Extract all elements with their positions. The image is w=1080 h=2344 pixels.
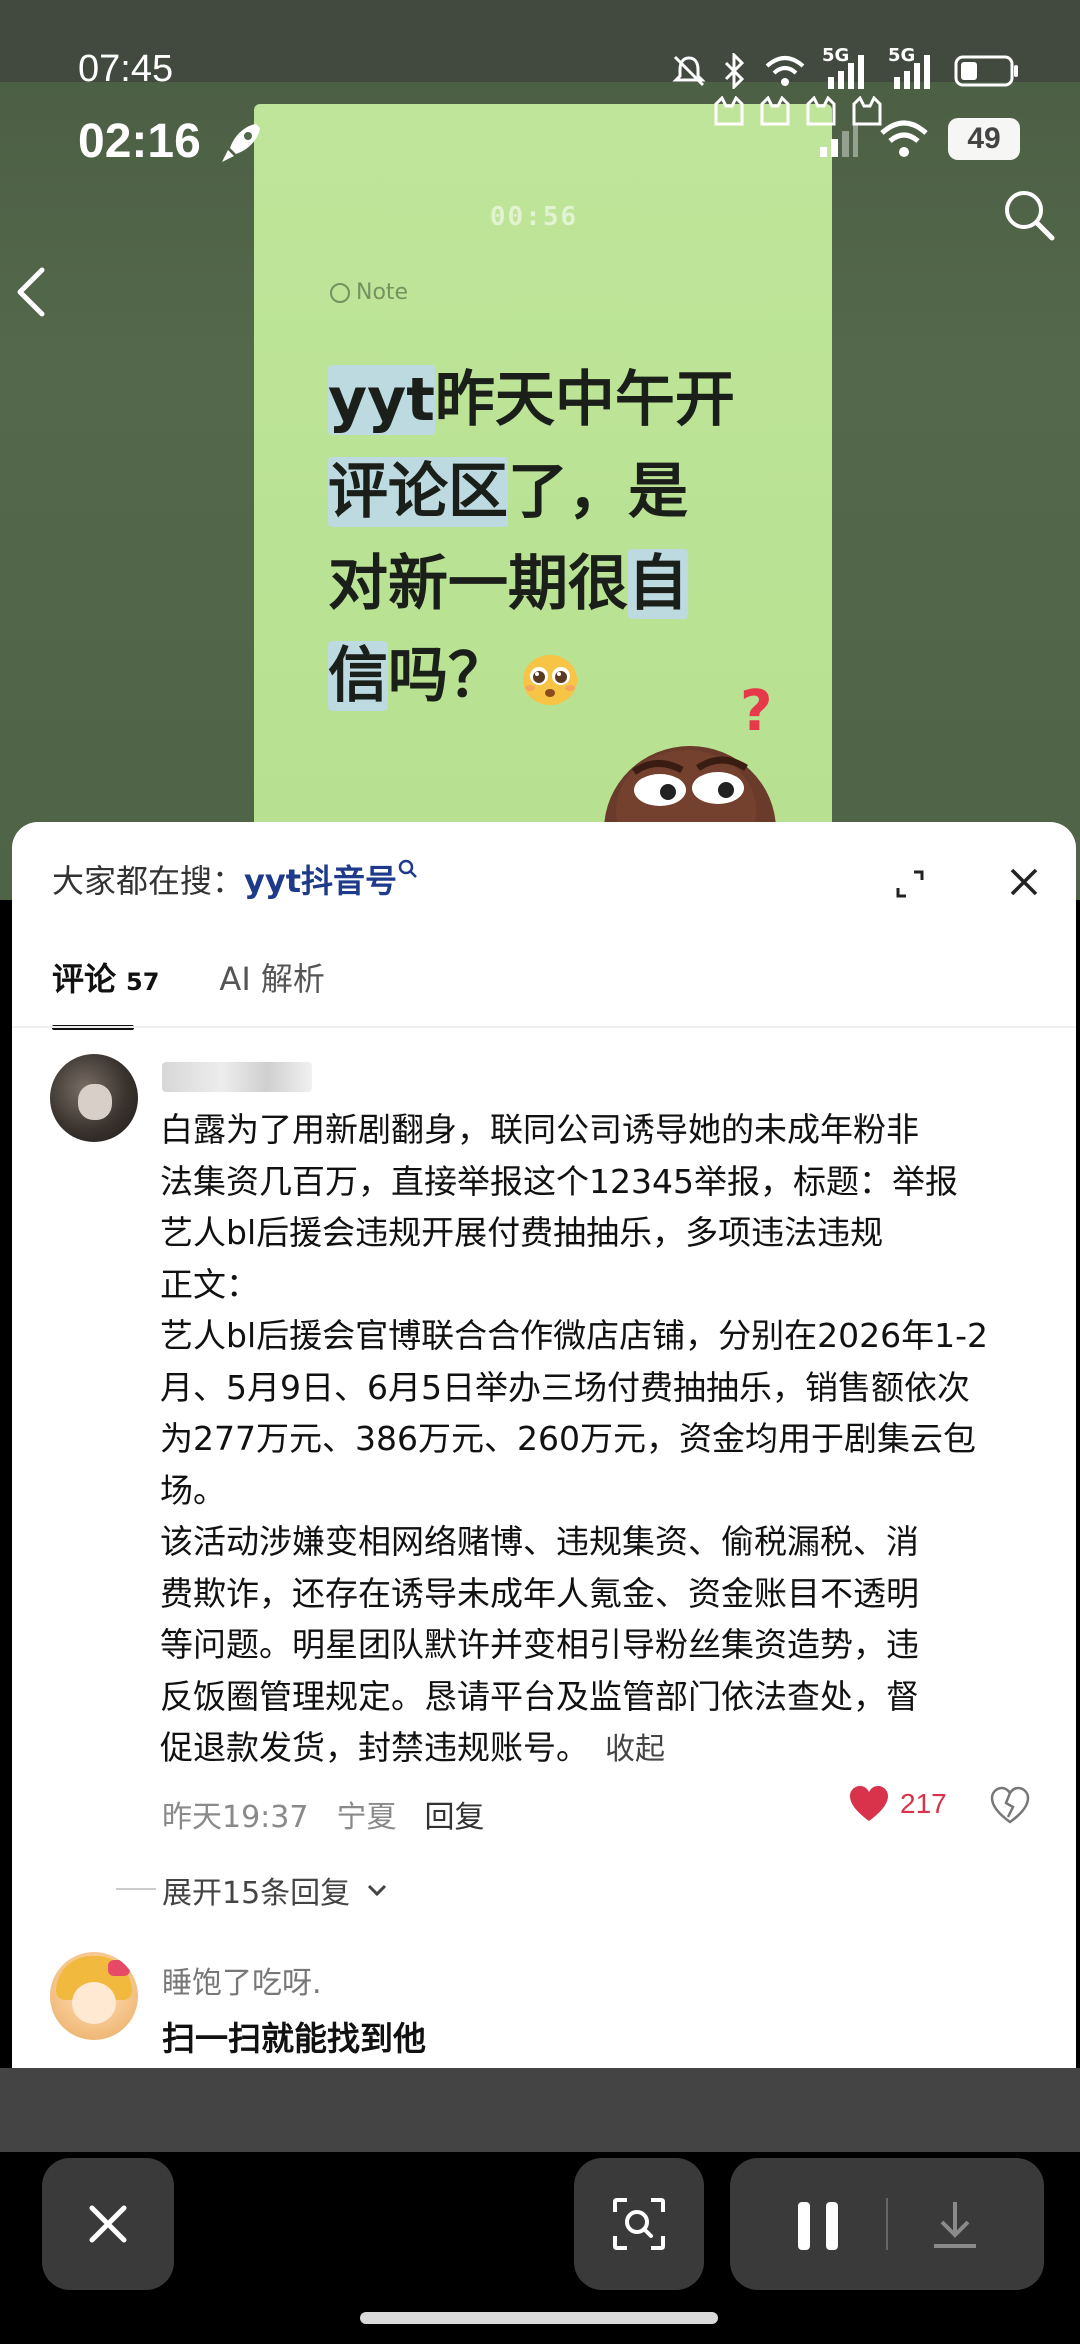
svg-text:?: ? (740, 679, 772, 744)
cat-icon (760, 96, 790, 126)
comment-panel: 大家都在搜：yyt抖音号 评论 57 AI 解析 白露为了用新剧翻身，联同公司诱导… (12, 822, 1076, 2068)
status-icons-secondary: 49 (816, 118, 1020, 160)
video-background[interactable]: 00:56 Note yyt昨天中午开 评论区了，是 对新一期很自 信吗？ ? … (0, 0, 1080, 900)
download-icon[interactable] (926, 2196, 984, 2254)
comment-tabs: 评论 57 AI 解析 (52, 954, 325, 1030)
avatar[interactable] (50, 1952, 138, 2040)
tab-ai-analysis[interactable]: AI 解析 (219, 954, 325, 1000)
note-title-line-1: yyt昨天中午开 (328, 354, 798, 446)
heart-icon (850, 1786, 888, 1821)
comment-text-content: 白露为了用新剧翻身，联同公司诱导她的未成年粉非 法集资几百万，直接举报这个123… (160, 1110, 988, 1767)
wifi-icon-secondary (880, 120, 928, 157)
status-time-primary: 07:45 (78, 48, 174, 90)
note-title-highlight: 评论区 (328, 457, 508, 527)
rocket-icon (222, 124, 260, 162)
avatar-bow (108, 1960, 130, 1976)
trending-search-prefix: 大家都在搜： (52, 862, 245, 900)
search-icon[interactable] (1000, 186, 1058, 244)
scan-button[interactable] (574, 2158, 704, 2290)
trending-search[interactable]: 大家都在搜：yyt抖音号 (52, 856, 419, 902)
search-keyword-icon (398, 860, 417, 879)
note-tag-icon (330, 282, 350, 303)
cat-icon (714, 96, 744, 126)
close-recording-button[interactable] (42, 2158, 174, 2290)
playback-controls (730, 2158, 1044, 2290)
expand-icon[interactable] (892, 866, 928, 902)
tab-comments[interactable]: 评论 57 (52, 954, 160, 1030)
bluetooth-icon (724, 53, 745, 89)
comment-time: 昨天19:37 (162, 1800, 309, 1835)
overlay-strip (0, 2068, 1080, 2152)
close-icon (89, 2205, 127, 2243)
close-icon[interactable] (1002, 860, 1046, 904)
note-title-text: 昨天中午开 (434, 365, 735, 435)
like-count: 217 (900, 1788, 947, 1819)
like-button[interactable]: 217 (848, 1784, 947, 1824)
comment-text: 扫一扫就能找到他 (162, 2019, 426, 2058)
controls-divider (886, 2198, 888, 2250)
reply-button[interactable]: 回复 (424, 1792, 484, 1836)
back-icon[interactable] (8, 262, 58, 322)
wifi-icon (765, 56, 805, 86)
avatar-figure (78, 1084, 112, 1120)
note-title-line-2: 评论区了，是 (328, 446, 798, 538)
network-label-a: 5G (822, 45, 850, 66)
expand-replies-button[interactable]: 展开15条回复 (115, 1868, 390, 1912)
note-title-highlight: 信 (328, 641, 388, 711)
avatar-face (72, 1982, 116, 2024)
pleading-face-icon (523, 655, 577, 706)
collapse-link[interactable]: 收起 (605, 1732, 665, 1767)
signal-5g-icon-b: 5G (888, 45, 938, 91)
mute-icon (672, 55, 706, 87)
chevron-down-icon (368, 1884, 387, 1897)
note-title-highlight: 自 (628, 549, 688, 619)
comment-text: 白露为了用新剧翻身，联同公司诱导她的未成年粉非 法集资几百万，直接举报这个123… (160, 1104, 1040, 1776)
username-blurred[interactable] (162, 1062, 312, 1092)
note-timer: 00:56 (489, 202, 579, 232)
note-tag: Note (330, 280, 408, 305)
network-label-b: 5G (888, 45, 916, 66)
trending-search-keyword[interactable]: yyt抖音号 (244, 862, 397, 900)
broken-heart-icon[interactable] (990, 1786, 1030, 1826)
note-title-highlight: yyt (328, 365, 435, 435)
tab-comments-count: 57 (126, 968, 160, 996)
signal-5g-icon-a: 5G (822, 45, 872, 91)
note-title-text: 对新一期很 (328, 549, 628, 619)
tab-comments-label: 评论 (52, 960, 117, 998)
note-card: 00:56 Note yyt昨天中午开 评论区了，是 对新一期很自 信吗？ ? (254, 104, 832, 900)
tabs-divider (12, 1026, 1076, 1028)
comment-location: 宁夏 (336, 1800, 397, 1835)
status-time-secondary: 02:16 (78, 115, 201, 168)
battery-icon (954, 55, 1018, 87)
battery-level: 49 (948, 118, 1020, 160)
status-icons-primary: 5G 5G (672, 45, 1020, 94)
signal-icon (820, 123, 858, 157)
expand-replies-label: 展开15条回复 (162, 1876, 351, 1911)
note-title-text: 了，是 (508, 457, 688, 527)
note-title-text: 吗？ (388, 641, 508, 711)
note-tag-label: Note (356, 280, 409, 305)
note-title-line-3: 对新一期很自 (328, 538, 798, 630)
pause-icon[interactable] (790, 2198, 846, 2254)
comment-meta: 昨天19:37 宁夏 回复 (162, 1792, 484, 1836)
home-indicator[interactable] (360, 2312, 718, 2324)
avatar[interactable] (50, 1054, 138, 1142)
scan-icon (613, 2198, 665, 2250)
comment-username[interactable]: 睡饱了吃呀. (162, 1958, 322, 2002)
